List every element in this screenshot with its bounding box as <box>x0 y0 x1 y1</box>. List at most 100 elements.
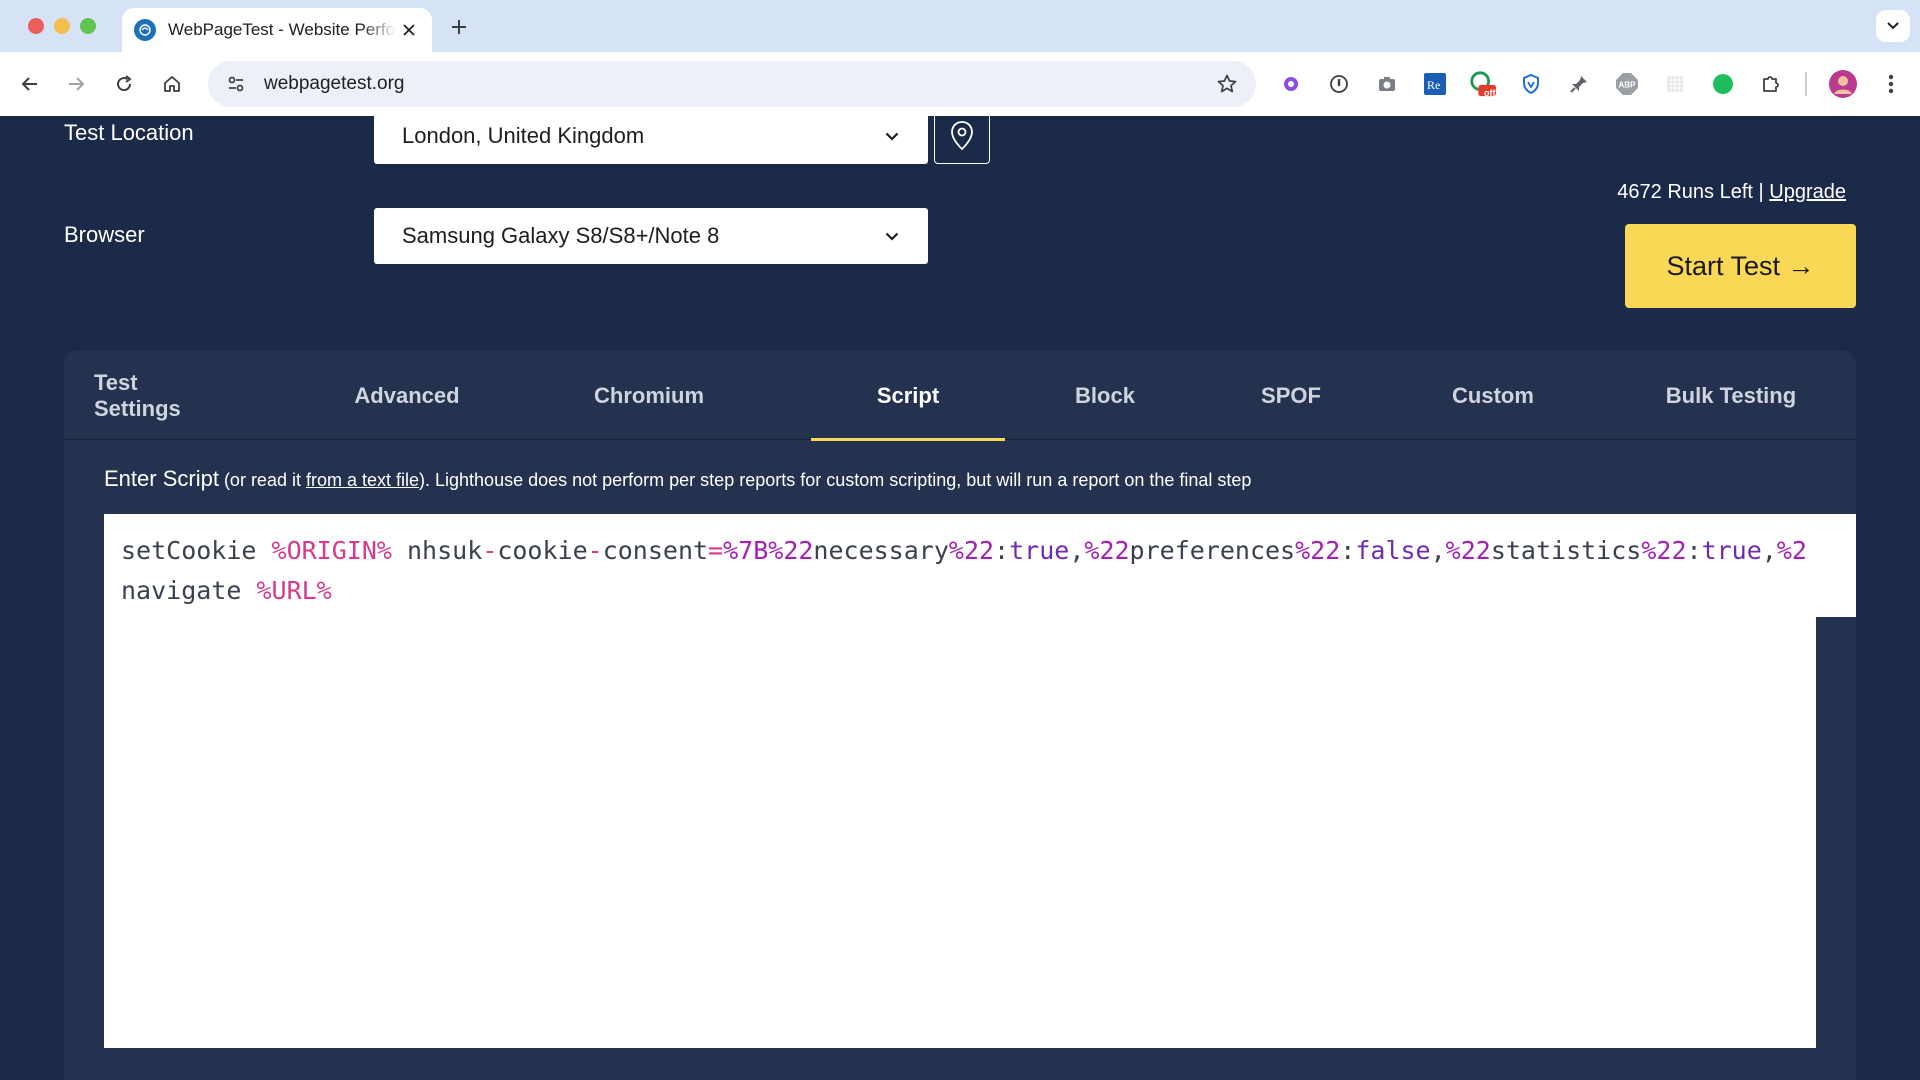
location-map-button[interactable] <box>934 116 990 164</box>
address-bar-url: webpagetest.org <box>264 73 405 94</box>
tab-test-settings[interactable]: Test Settings <box>94 351 230 440</box>
from-text-file-link[interactable]: from a text file <box>306 470 419 490</box>
svg-text:ABP: ABP <box>1619 81 1637 90</box>
runs-left-separator: | <box>1758 181 1764 203</box>
script-token: statistics <box>1490 536 1642 565</box>
start-test-button[interactable]: Start Test → <box>1625 224 1856 308</box>
extension-shield-icon[interactable] <box>1517 70 1545 98</box>
script-token: , <box>1069 536 1085 565</box>
extension-camera-icon[interactable] <box>1373 70 1401 98</box>
browser-select[interactable]: Samsung Galaxy S8/S8+/Note 8 <box>374 208 928 264</box>
test-location-select[interactable]: London, United Kingdom <box>374 116 928 164</box>
webpagetest-favicon-icon <box>134 19 156 41</box>
script-token: true <box>1009 536 1070 565</box>
script-code[interactable]: setCookie %ORIGIN% nhsuk-cookie-consent=… <box>121 531 1807 611</box>
script-token: %22 <box>1295 536 1341 565</box>
browser-value: Samsung Galaxy S8/S8+/Note 8 <box>402 223 720 248</box>
runs-left-count: 4672 Runs Left <box>1617 181 1753 203</box>
extension-pin-icon[interactable] <box>1565 70 1593 98</box>
script-note-close: ). Lighthouse does not perform per step … <box>419 470 1252 490</box>
home-icon[interactable] <box>156 68 188 100</box>
chevron-down-icon <box>884 128 900 144</box>
script-editor-overflow <box>1816 514 1856 617</box>
tab-block[interactable]: Block <box>1065 351 1145 440</box>
browser-menu-icon[interactable] <box>1877 70 1905 98</box>
script-line[interactable]: navigate %URL% <box>121 571 1807 611</box>
browser-tab-strip: WebPageTest - Website Performance and Op… <box>0 0 1920 52</box>
script-token: %ORIGIN% <box>271 536 392 565</box>
script-token: , <box>1761 536 1777 565</box>
reload-icon[interactable] <box>108 68 140 100</box>
enter-script-heading: Enter Script <box>104 466 219 491</box>
settings-panel: Test Settings Advanced Chromium Script B… <box>64 351 1856 1080</box>
map-pin-icon <box>951 121 973 151</box>
tab-spof[interactable]: SPOF <box>1254 351 1328 440</box>
script-token: cookie <box>497 536 588 565</box>
toolbar-separator <box>1805 72 1807 96</box>
address-bar[interactable]: webpagetest.org <box>208 61 1256 107</box>
script-editor[interactable]: setCookie %ORIGIN% nhsuk-cookie-consent=… <box>104 514 1816 1048</box>
browser-label: Browser <box>64 222 145 247</box>
script-token: preferences <box>1129 536 1296 565</box>
script-token: %7B%22 <box>723 536 814 565</box>
browser-toolbar: webpagetest.org Re off ABP <box>0 52 1920 116</box>
browser-tab-active[interactable]: WebPageTest - Website Performance and Op… <box>122 8 432 52</box>
script-token: %URL% <box>256 576 332 605</box>
tab-close-icon[interactable] <box>398 19 420 41</box>
extension-off-badge-icon[interactable]: off <box>1469 70 1497 98</box>
tab-script[interactable]: Script <box>811 351 1005 441</box>
extension-password-icon[interactable] <box>1325 70 1353 98</box>
settings-tabs: Test Settings Advanced Chromium Script B… <box>64 351 1856 441</box>
script-token: false <box>1355 536 1431 565</box>
upgrade-link[interactable]: Upgrade <box>1769 181 1846 203</box>
bookmark-star-icon[interactable] <box>1212 69 1242 99</box>
new-tab-icon[interactable] <box>444 12 474 42</box>
extensions-puzzle-icon[interactable] <box>1757 70 1785 98</box>
extension-off-badge: off <box>1484 88 1496 98</box>
tab-custom[interactable]: Custom <box>1439 351 1547 440</box>
extension-re-icon[interactable]: Re <box>1421 70 1449 98</box>
script-token: %22 <box>1445 536 1491 565</box>
script-token: : <box>1340 536 1356 565</box>
forward-icon[interactable] <box>60 68 92 100</box>
site-settings-icon[interactable] <box>222 70 250 98</box>
window-zoom-button[interactable] <box>80 18 96 34</box>
tab-advanced[interactable]: Advanced <box>350 351 464 440</box>
script-token: : <box>994 536 1010 565</box>
extension-grid-icon[interactable] <box>1661 70 1689 98</box>
tab-chromium[interactable]: Chromium <box>587 351 711 440</box>
script-note-open: (or read it <box>218 470 306 490</box>
svg-text:Re: Re <box>1427 78 1440 92</box>
window-minimize-button[interactable] <box>54 18 70 34</box>
back-icon[interactable] <box>14 68 46 100</box>
profile-avatar[interactable] <box>1828 69 1858 99</box>
script-line[interactable]: setCookie %ORIGIN% nhsuk-cookie-consent=… <box>121 531 1807 571</box>
webpagetest-page: Test Location London, United Kingdom Bro… <box>0 116 1920 1080</box>
window-close-button[interactable] <box>28 18 44 34</box>
script-token: : <box>1686 536 1702 565</box>
script-token: %2 <box>1776 536 1807 565</box>
script-intro: Enter Script (or read it from a text fil… <box>104 466 1251 492</box>
tab-search-icon[interactable] <box>1876 10 1910 42</box>
script-token: - <box>482 536 498 565</box>
script-token: %22 <box>1084 536 1130 565</box>
script-token: setCookie <box>121 536 272 565</box>
script-token: %22 <box>1641 536 1687 565</box>
test-location-value: London, United Kingdom <box>402 123 645 148</box>
script-token: nhsuk <box>391 536 483 565</box>
script-token: , <box>1430 536 1446 565</box>
script-token: %22 <box>948 536 995 565</box>
tab-bulk-testing[interactable]: Bulk Testing <box>1649 351 1813 440</box>
script-token: = <box>708 536 724 565</box>
extension-green-dot-icon[interactable] <box>1709 70 1737 98</box>
chevron-down-icon <box>884 228 900 244</box>
test-location-label: Test Location <box>64 120 194 145</box>
browser-tab-title: WebPageTest - Website Performance and Op… <box>168 20 396 39</box>
extension-gear-icon[interactable] <box>1277 70 1305 98</box>
script-token: necessary <box>813 536 949 565</box>
extension-abp-icon[interactable]: ABP <box>1613 70 1641 98</box>
script-token: consent <box>602 536 709 565</box>
script-token: - <box>587 536 603 565</box>
runs-left-info: 4672 Runs Left | Upgrade <box>1617 181 1846 204</box>
script-token: navigate <box>121 576 257 605</box>
